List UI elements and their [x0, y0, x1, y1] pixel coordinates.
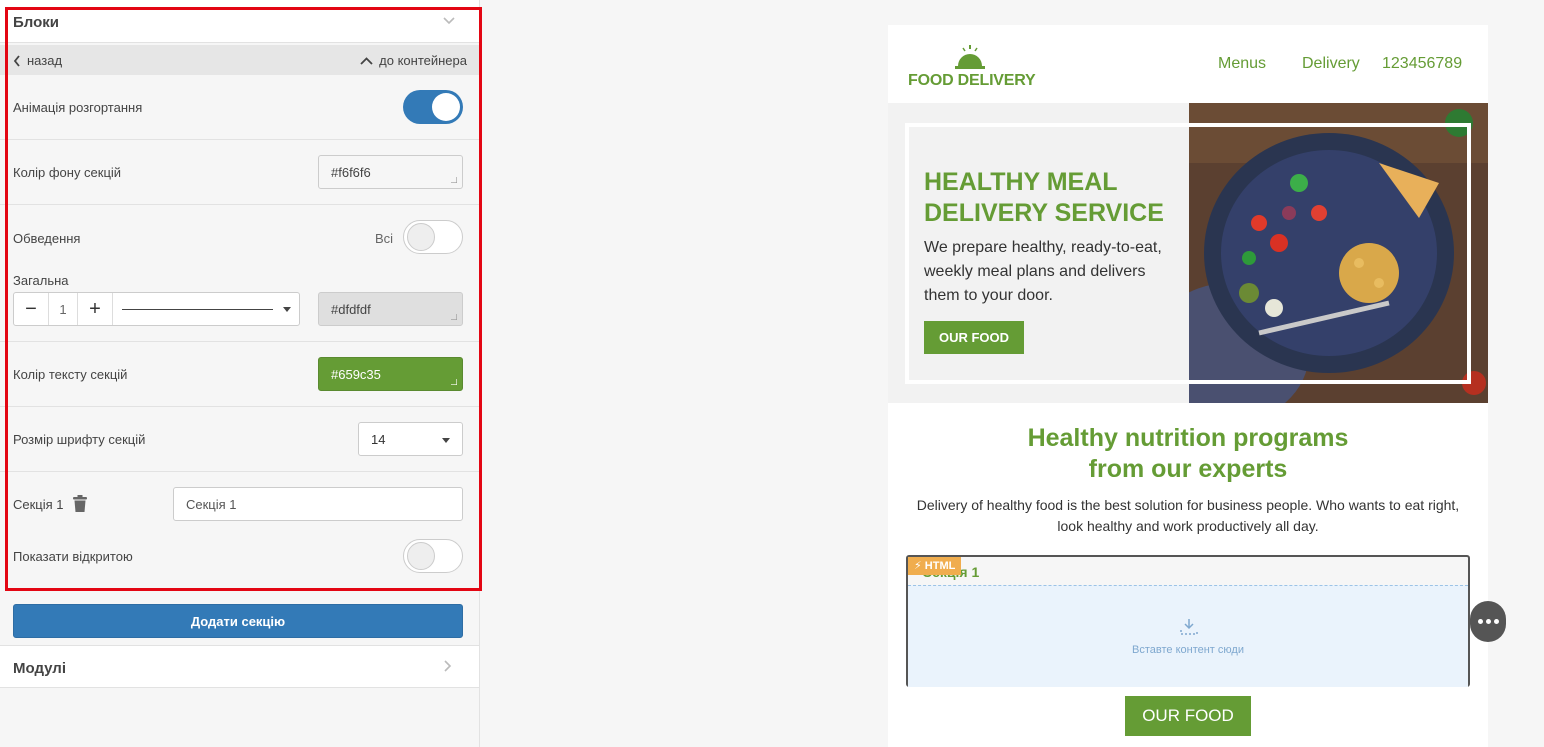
border-color-value: #dfdfdf [331, 302, 371, 317]
dot [1485, 619, 1491, 624]
nav-menus[interactable]: Menus [1218, 55, 1266, 73]
dropdown-arrow-icon [283, 307, 291, 312]
back-button[interactable]: назад [13, 53, 62, 68]
border-style-select[interactable] [112, 293, 299, 325]
trash-icon[interactable] [72, 495, 88, 513]
resize-corner-icon [451, 379, 457, 385]
hero-our-food-button[interactable]: OUR FOOD [924, 321, 1024, 354]
border-width-value[interactable]: 1 [48, 293, 78, 325]
logo: FOOD DELIVERY [908, 45, 1038, 95]
modules-title: Модулі [13, 660, 67, 677]
our-food-button[interactable]: OUR FOOD [1125, 696, 1251, 736]
section1-label: Секція 1 [13, 497, 64, 512]
cloche-icon [955, 45, 985, 69]
section-text-color-label: Колір тексту секцій [13, 367, 128, 382]
section-title-line1: Healthy nutrition programs [1027, 424, 1349, 452]
logo-text: FOOD DELIVERY [908, 72, 1036, 89]
section-font-size-value: 14 [371, 432, 386, 447]
section-bg-value: #f6f6f6 [331, 165, 371, 180]
expand-animation-row: Анімація розгортання [0, 75, 479, 140]
resize-corner-icon [451, 177, 457, 183]
dot [1477, 619, 1483, 624]
show-open-toggle[interactable] [403, 539, 463, 573]
section-font-size-select[interactable]: 14 [358, 422, 463, 456]
section-font-size-label: Розмір шрифту секцій [13, 432, 146, 447]
to-container-button[interactable]: до контейнера [360, 53, 467, 68]
download-icon [1180, 619, 1198, 635]
dot [1493, 619, 1499, 624]
section-text-color-value: #659c35 [331, 367, 381, 382]
toggle-knob [407, 542, 435, 570]
decrement-button[interactable]: − [14, 293, 48, 325]
blocks-header[interactable]: Блоки [0, 0, 479, 43]
section-bg-label: Колір фону секцій [13, 165, 122, 180]
border-all-toggle[interactable] [403, 220, 463, 254]
modules-header[interactable]: Модулі [0, 645, 479, 688]
add-section-button[interactable]: Додати секцію [13, 604, 463, 638]
chevron-up-icon [360, 56, 373, 65]
section-description: Delivery of healthy food is the best sol… [916, 497, 1460, 534]
drop-zone-text: Вставте контент сюди [1132, 644, 1244, 656]
hero-title-line1: HEALTHY MEAL [924, 168, 1118, 196]
border-all-label: Всі [375, 231, 394, 246]
section-text-color-picker[interactable]: #659c35 [318, 357, 463, 391]
border-color-picker[interactable]: #dfdfdf [318, 292, 463, 326]
settings-panel: Блоки назад до контейнера Анімація розго… [0, 0, 482, 747]
chevron-left-icon [13, 54, 20, 67]
section-title-line2: from our experts [1088, 455, 1288, 483]
chevron-down-icon [443, 17, 455, 25]
more-options-button[interactable] [1470, 601, 1506, 642]
html-tag-badge: ⚡ HTML [908, 557, 962, 575]
section-bg-row: Колір фону секцій #f6f6f6 [0, 140, 479, 205]
blocks-title: Блоки [13, 14, 60, 31]
border-label: Обведення [13, 231, 81, 246]
hero-title-line2: DELIVERY SERVICE [924, 199, 1164, 227]
hero-banner: HEALTHY MEAL DELIVERY SERVICE We prepare… [888, 103, 1488, 403]
nav-delivery[interactable]: Delivery [1302, 55, 1360, 73]
expand-animation-label: Анімація розгортання [13, 100, 143, 115]
section1-name-input[interactable]: Секція 1 [173, 487, 463, 521]
solid-line-preview [122, 309, 273, 310]
back-label: назад [27, 53, 63, 68]
dropdown-arrow-icon [442, 438, 450, 443]
section-text-color-row: Колір тексту секцій #659c35 [0, 342, 479, 407]
html-tag-label: HTML [924, 560, 956, 572]
drop-zone[interactable]: Вставте контент сюди [908, 585, 1468, 687]
border-width-stepper: − 1 + [13, 292, 300, 326]
hero-title: HEALTHY MEAL DELIVERY SERVICE [924, 167, 1164, 229]
nav-phone[interactable]: 123456789 [1382, 55, 1462, 73]
hero-text: We prepare healthy, ready-to-eat, weekly… [924, 239, 1162, 304]
toggle-knob [432, 93, 460, 121]
panel-nav: назад до контейнера [0, 45, 479, 75]
show-open-label: Показати відкритою [13, 549, 133, 564]
resize-corner-icon [451, 314, 457, 320]
chevron-right-icon [444, 660, 452, 672]
to-container-label: до контейнера [379, 53, 467, 68]
accordion-header[interactable]: Секція 1 ⚡ HTML [908, 557, 1468, 585]
toggle-knob [407, 223, 435, 251]
increment-button[interactable]: + [78, 293, 112, 325]
section-bg-color-picker[interactable]: #f6f6f6 [318, 155, 463, 189]
general-label: Загальна [13, 273, 69, 288]
expand-animation-toggle[interactable] [403, 90, 463, 124]
email-preview: FOOD DELIVERY Menus Delivery 123456789 H… [888, 25, 1488, 747]
accordion-block[interactable]: Секція 1 ⚡ HTML Вставте контент сюди [906, 555, 1470, 687]
lightning-icon: ⚡ [914, 560, 922, 572]
